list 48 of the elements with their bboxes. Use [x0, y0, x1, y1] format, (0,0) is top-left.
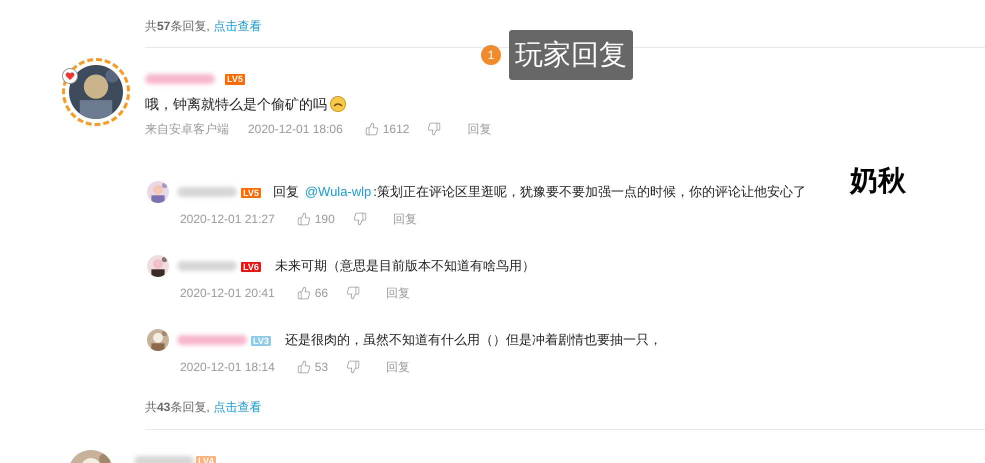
reply-text: :策划正在评论区里逛呢，犹豫要不要加强一点的时候，你的评论让他安心了	[373, 183, 806, 202]
level-badge: LV6	[241, 262, 261, 272]
reply-button[interactable]: 回复	[386, 285, 410, 301]
dislike-button[interactable]	[346, 360, 360, 374]
thumbs-up-icon	[364, 122, 379, 136]
reply-button[interactable]: 回复	[467, 121, 492, 137]
level-badge: LV5	[241, 188, 261, 198]
view-link[interactable]: 点击查看	[214, 18, 262, 34]
annotation-text: 奶秋	[850, 164, 906, 198]
timestamp: 2020-12-01 20:41	[180, 285, 275, 301]
timestamp: 2020-12-01 18:14	[180, 359, 275, 375]
like-button[interactable]: 1612	[364, 121, 410, 137]
source-text: 来自安卓客户端	[145, 121, 229, 137]
mention-link[interactable]: @Wula-wlp	[304, 182, 372, 202]
blurred-name	[177, 187, 237, 197]
timestamp: 2020-12-01 21:27	[180, 211, 275, 227]
thumbs-down-icon	[352, 212, 367, 226]
dislike-button[interactable]	[427, 122, 442, 136]
blurred-name	[145, 74, 215, 84]
reply-count: 共43条回复,	[145, 399, 210, 415]
reply-text: 还是很肉的，虽然不知道有什么用（）但是冲着剧情也要抽一只，	[284, 331, 662, 350]
thumbs-down-icon	[427, 122, 442, 136]
thumbs-up-icon	[296, 360, 311, 374]
timestamp: 2020-12-01 18:06	[248, 121, 343, 137]
blurred-name	[177, 261, 237, 271]
like-button[interactable]: 66	[296, 285, 328, 301]
level-badge: LV5	[225, 74, 245, 84]
thumbs-down-icon	[346, 360, 360, 374]
reply-count: 共57条回复,	[145, 18, 210, 34]
blurred-name	[177, 335, 247, 345]
emoji-icon	[330, 96, 346, 112]
thumbs-up-icon	[296, 286, 311, 300]
blurred-name	[134, 456, 194, 463]
view-link[interactable]: 点击查看	[214, 399, 262, 415]
thumbs-down-icon	[346, 286, 360, 300]
like-button[interactable]: 53	[296, 359, 328, 375]
thumbs-up-icon	[296, 212, 311, 226]
comment-text: 哦，钟离就特么是个偷矿的吗	[145, 95, 327, 114]
reply-button[interactable]: 回复	[386, 359, 410, 375]
dislike-button[interactable]	[346, 286, 360, 300]
step-number-badge: 1	[481, 45, 501, 65]
reply-text: 未来可期（意思是目前版本不知道有啥鸟用）	[274, 257, 535, 276]
reply-button[interactable]: 回复	[392, 211, 417, 227]
dislike-button[interactable]	[352, 212, 367, 226]
callout-label: 玩家回复	[509, 30, 633, 80]
reply-prefix: 回复	[272, 183, 299, 202]
level-badge: LV3	[251, 336, 271, 346]
like-button[interactable]: 190	[296, 211, 335, 227]
